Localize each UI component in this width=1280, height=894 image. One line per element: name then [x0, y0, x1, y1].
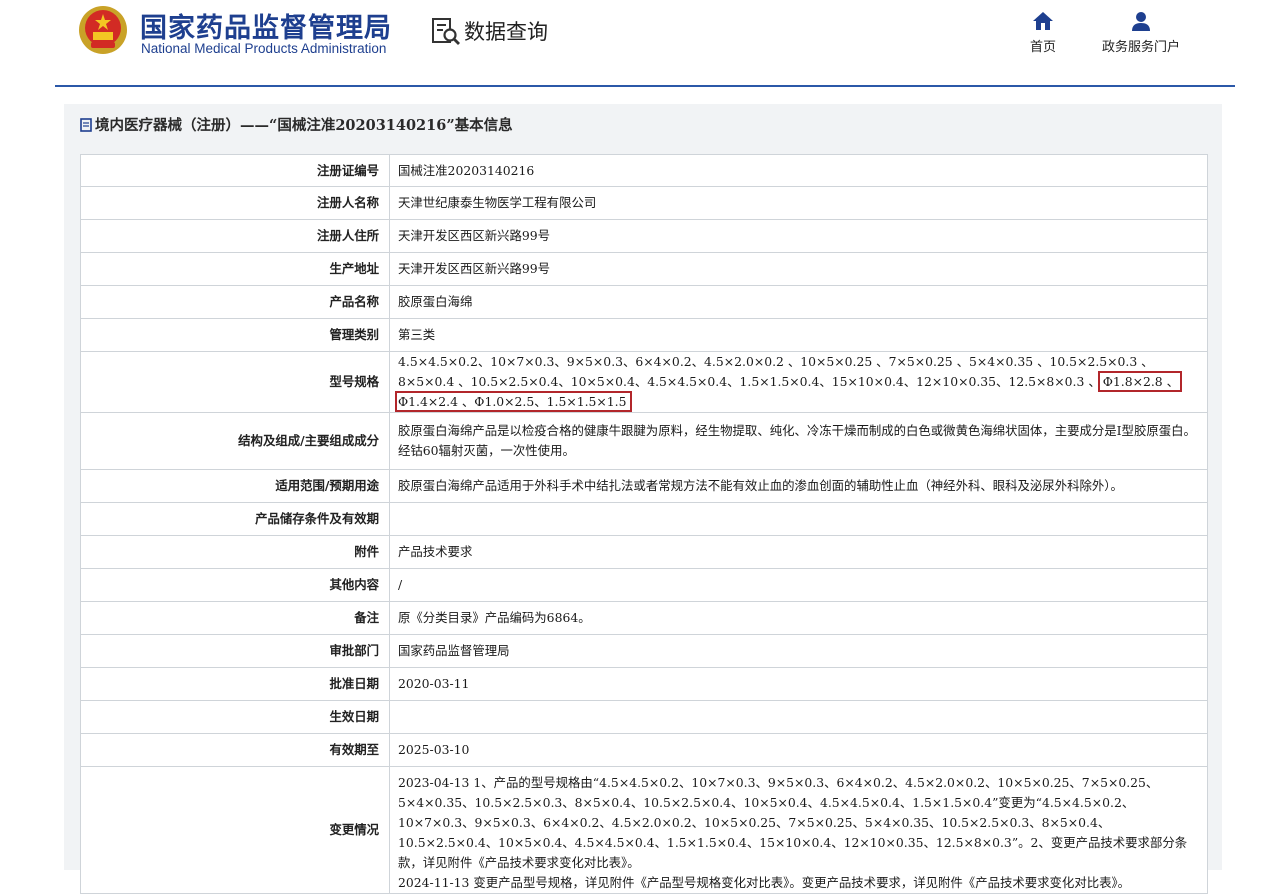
- row-label: 结构及组成/主要组成成分: [80, 412, 390, 470]
- table-row: 审批部门 国家药品监督管理局: [80, 634, 1208, 668]
- row-value: /: [389, 568, 1208, 602]
- row-label: 产品储存条件及有效期: [80, 502, 390, 536]
- panel-title: 境内医疗器械（注册）——“国械注准20203140216”基本信息: [80, 114, 513, 135]
- row-value: 4.5×4.5×0.2、10×7×0.3、9×5×0.3、6×4×0.2、4.5…: [389, 351, 1208, 413]
- panel-title-text: 境内医疗器械（注册）——“国械注准20203140216”基本信息: [95, 117, 513, 134]
- row-value: [389, 700, 1208, 734]
- row-value: 国家药品监督管理局: [389, 634, 1208, 668]
- row-value: 胶原蛋白海绵: [389, 285, 1208, 319]
- nav-service-portal-label: 政务服务门户: [1102, 40, 1181, 55]
- table-row: 变更情况 2023-04-13 1、产品的型号规格由“4.5×4.5×0.2、1…: [80, 766, 1208, 894]
- table-row: 管理类别 第三类: [80, 318, 1208, 352]
- table-row: 附件 产品技术要求: [80, 535, 1208, 569]
- nav-home-label: 首页: [1030, 40, 1057, 55]
- model-spec-text: 4.5×4.5×0.2、10×7×0.3、9×5×0.3、6×4×0.2、4.5…: [398, 354, 1154, 389]
- header-divider: [55, 85, 1235, 87]
- row-label: 变更情况: [80, 766, 390, 894]
- row-label: 有效期至: [80, 733, 390, 767]
- row-value: [389, 502, 1208, 536]
- table-row: 产品名称 胶原蛋白海绵: [80, 285, 1208, 319]
- table-row: 结构及组成/主要组成成分 胶原蛋白海绵产品是以检疫合格的健康牛跟腱为原料，经生物…: [80, 412, 1208, 470]
- agency-name-cn: 国家药品监督管理局: [140, 13, 392, 44]
- row-label: 备注: [80, 601, 390, 635]
- table-row: 生效日期: [80, 700, 1208, 734]
- row-label: 注册人名称: [80, 186, 390, 220]
- detail-panel: 境内医疗器械（注册）——“国械注准20203140216”基本信息 注册证编号 …: [64, 104, 1222, 894]
- row-value: 天津开发区西区新兴路99号: [389, 219, 1208, 253]
- row-label: 注册证编号: [80, 154, 390, 187]
- detail-table: 注册证编号 国械注准20203140216 注册人名称 天津世纪康泰生物医学工程…: [80, 154, 1208, 894]
- row-label: 生效日期: [80, 700, 390, 734]
- agency-name-en: National Medical Products Administration: [141, 41, 387, 56]
- attachment-link[interactable]: 产品技术要求: [389, 535, 1208, 569]
- table-row: 产品储存条件及有效期: [80, 502, 1208, 536]
- table-row: 备注 原《分类目录》产品编码为6864。: [80, 601, 1208, 635]
- document-search-icon: [432, 18, 460, 45]
- user-icon: [1132, 12, 1150, 31]
- table-row: 其他内容 /: [80, 568, 1208, 602]
- row-label: 附件: [80, 535, 390, 569]
- site-header: 国家药品监督管理局 National Medical Products Admi…: [0, 0, 1280, 88]
- row-value: 胶原蛋白海绵产品适用于外科手术中结扎法或者常规方法不能有效止血的渗血创面的辅助性…: [389, 469, 1208, 503]
- row-label: 注册人住所: [80, 219, 390, 253]
- row-value: 天津开发区西区新兴路99号: [389, 252, 1208, 286]
- table-row: 型号规格 4.5×4.5×0.2、10×7×0.3、9×5×0.3、6×4×0.…: [80, 351, 1208, 413]
- row-value: 2020-03-11: [389, 667, 1208, 701]
- row-value: 第三类: [389, 318, 1208, 352]
- row-value: 原《分类目录》产品编码为6864。: [389, 601, 1208, 635]
- table-row: 适用范围/预期用途 胶原蛋白海绵产品适用于外科手术中结扎法或者常规方法不能有效止…: [80, 469, 1208, 503]
- table-row: 注册人名称 天津世纪康泰生物医学工程有限公司: [80, 186, 1208, 220]
- row-value: 国械注准20203140216: [389, 154, 1208, 187]
- row-label: 审批部门: [80, 634, 390, 668]
- national-emblem-logo: [79, 6, 127, 54]
- row-value: 胶原蛋白海绵产品是以检疫合格的健康牛跟腱为原料，经生物提取、纯化、冷冻干燥而制成…: [389, 412, 1208, 470]
- row-label: 适用范围/预期用途: [80, 469, 390, 503]
- table-row: 有效期至 2025-03-10: [80, 733, 1208, 767]
- row-value: 2025-03-10: [389, 733, 1208, 767]
- row-label: 型号规格: [80, 351, 390, 413]
- row-label: 生产地址: [80, 252, 390, 286]
- document-icon: [80, 117, 92, 132]
- change-history-entry: 2023-04-13 1、产品的型号规格由“4.5×4.5×0.2、10×7×0…: [398, 775, 1188, 870]
- nav-service-portal[interactable]: 政务服务门户: [1102, 10, 1180, 55]
- row-label: 管理类别: [80, 318, 390, 352]
- home-icon: [1033, 12, 1053, 30]
- data-query-label: 数据查询: [464, 20, 548, 44]
- data-query-link[interactable]: 数据查询: [430, 14, 548, 48]
- row-value: 天津世纪康泰生物医学工程有限公司: [389, 186, 1208, 220]
- row-label: 产品名称: [80, 285, 390, 319]
- detail-table-wrap: 注册证编号 国械注准20203140216 注册人名称 天津世纪康泰生物医学工程…: [80, 154, 1208, 894]
- nav-home[interactable]: 首页: [1030, 10, 1056, 55]
- row-label: 其他内容: [80, 568, 390, 602]
- table-row: 注册人住所 天津开发区西区新兴路99号: [80, 219, 1208, 253]
- table-row: 生产地址 天津开发区西区新兴路99号: [80, 252, 1208, 286]
- row-label: 批准日期: [80, 667, 390, 701]
- table-row: 注册证编号 国械注准20203140216: [80, 154, 1208, 187]
- table-row: 批准日期 2020-03-11: [80, 667, 1208, 701]
- row-value: 2023-04-13 1、产品的型号规格由“4.5×4.5×0.2、10×7×0…: [389, 766, 1208, 894]
- change-history-entry: 2024-11-13 变更产品型号规格，详见附件《产品型号规格变化对比表》。变更…: [398, 875, 1131, 890]
